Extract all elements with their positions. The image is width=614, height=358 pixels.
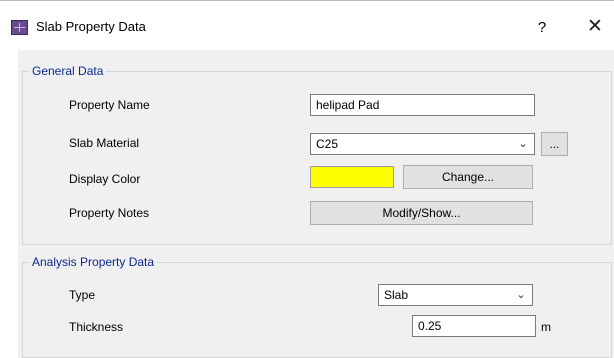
title-bar: Slab Property Data ? ✕ (0, 0, 614, 44)
analysis-property-group: Analysis Property Data (22, 255, 612, 358)
change-color-button[interactable]: Change... (403, 165, 533, 189)
structure-grid-icon (11, 20, 28, 35)
type-label: Type (69, 288, 96, 302)
slab-material-value: C25 (316, 137, 339, 151)
display-color-label: Display Color (69, 172, 141, 186)
help-button[interactable]: ? (530, 17, 554, 39)
thickness-label: Thickness (69, 320, 124, 334)
property-name-input[interactable] (310, 94, 535, 116)
chevron-down-icon: ⌄ (518, 138, 528, 150)
thickness-input[interactable] (412, 315, 536, 337)
dialog-title: Slab Property Data (36, 19, 146, 34)
general-data-legend: General Data (32, 64, 104, 78)
display-color-swatch (310, 166, 394, 188)
modify-show-button[interactable]: Modify/Show... (310, 201, 533, 225)
close-button[interactable]: ✕ (582, 15, 608, 39)
slab-material-label: Slab Material (69, 136, 140, 150)
chevron-down-icon: ⌄ (516, 289, 526, 301)
slab-material-select[interactable]: C25 ⌄ (310, 133, 535, 155)
analysis-property-legend: Analysis Property Data (32, 255, 155, 269)
property-notes-label: Property Notes (69, 206, 150, 220)
type-value: Slab (384, 288, 409, 302)
material-more-button[interactable]: ... (541, 132, 568, 156)
thickness-unit: m (541, 320, 551, 334)
type-select[interactable]: Slab ⌄ (378, 284, 533, 306)
property-name-label: Property Name (69, 98, 150, 112)
